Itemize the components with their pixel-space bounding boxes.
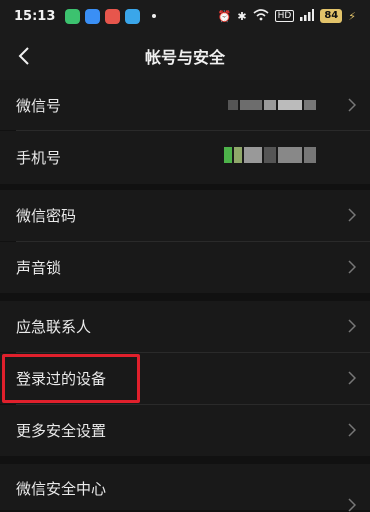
app-notification-icon [125,8,141,24]
signal-icon [300,8,315,24]
row-label: 微信号 [16,96,62,115]
app-notification-icon [65,8,81,24]
status-time: 15:13 [14,8,56,24]
row-label: 更多安全设置 [16,422,107,440]
masked-wechat-id [228,100,316,110]
page-title: 帐号与安全 [144,48,225,67]
chevron-right-icon [348,423,356,437]
row-security-center[interactable]: 微信安全中心 [0,464,370,512]
row-phone[interactable]: 手机号 [0,131,370,184]
play-store-icon [85,8,101,24]
chevron-left-icon [18,47,29,65]
row-label: 手机号 [16,149,62,167]
chevron-right-icon [348,319,356,333]
row-label: 应急联系人 [16,318,92,336]
network-type-label: HD [274,10,295,22]
nav-header: 帐号与安全 [0,32,370,80]
bluetooth-icon: ✱ [237,9,247,23]
notification-icons [65,8,141,24]
system-status: ⏰ ✱ HD 84 ⚡ [217,8,356,24]
wifi-icon [253,8,269,24]
row-label: 微信密码 [16,207,77,225]
row-emergency-contact[interactable]: 应急联系人 [0,301,370,352]
row-wechat-password[interactable]: 微信密码 [0,190,370,241]
chevron-right-icon [348,371,356,385]
chevron-right-icon [348,260,356,274]
battery-indicator: 84 [320,9,343,23]
back-button[interactable] [12,44,36,68]
status-bar: 15:13 ⏰ ✱ HD 84 ⚡ [0,0,370,32]
chevron-right-icon [348,98,356,112]
row-label: 声音锁 [16,259,62,277]
highlight-annotation [2,354,140,403]
chevron-right-icon [348,208,356,222]
masked-phone-number [224,147,316,163]
charging-icon: ⚡ [348,9,356,23]
more-notifications-icon [152,14,157,18]
row-label: 微信安全中心 [16,480,107,498]
alarm-icon: ⏰ [217,9,232,23]
row-wechat-id[interactable]: 微信号 [0,80,370,130]
app-notification-icon [105,8,121,24]
row-more-security-settings[interactable]: 更多安全设置 [0,405,370,456]
row-voice-lock[interactable]: 声音锁 [0,242,370,293]
